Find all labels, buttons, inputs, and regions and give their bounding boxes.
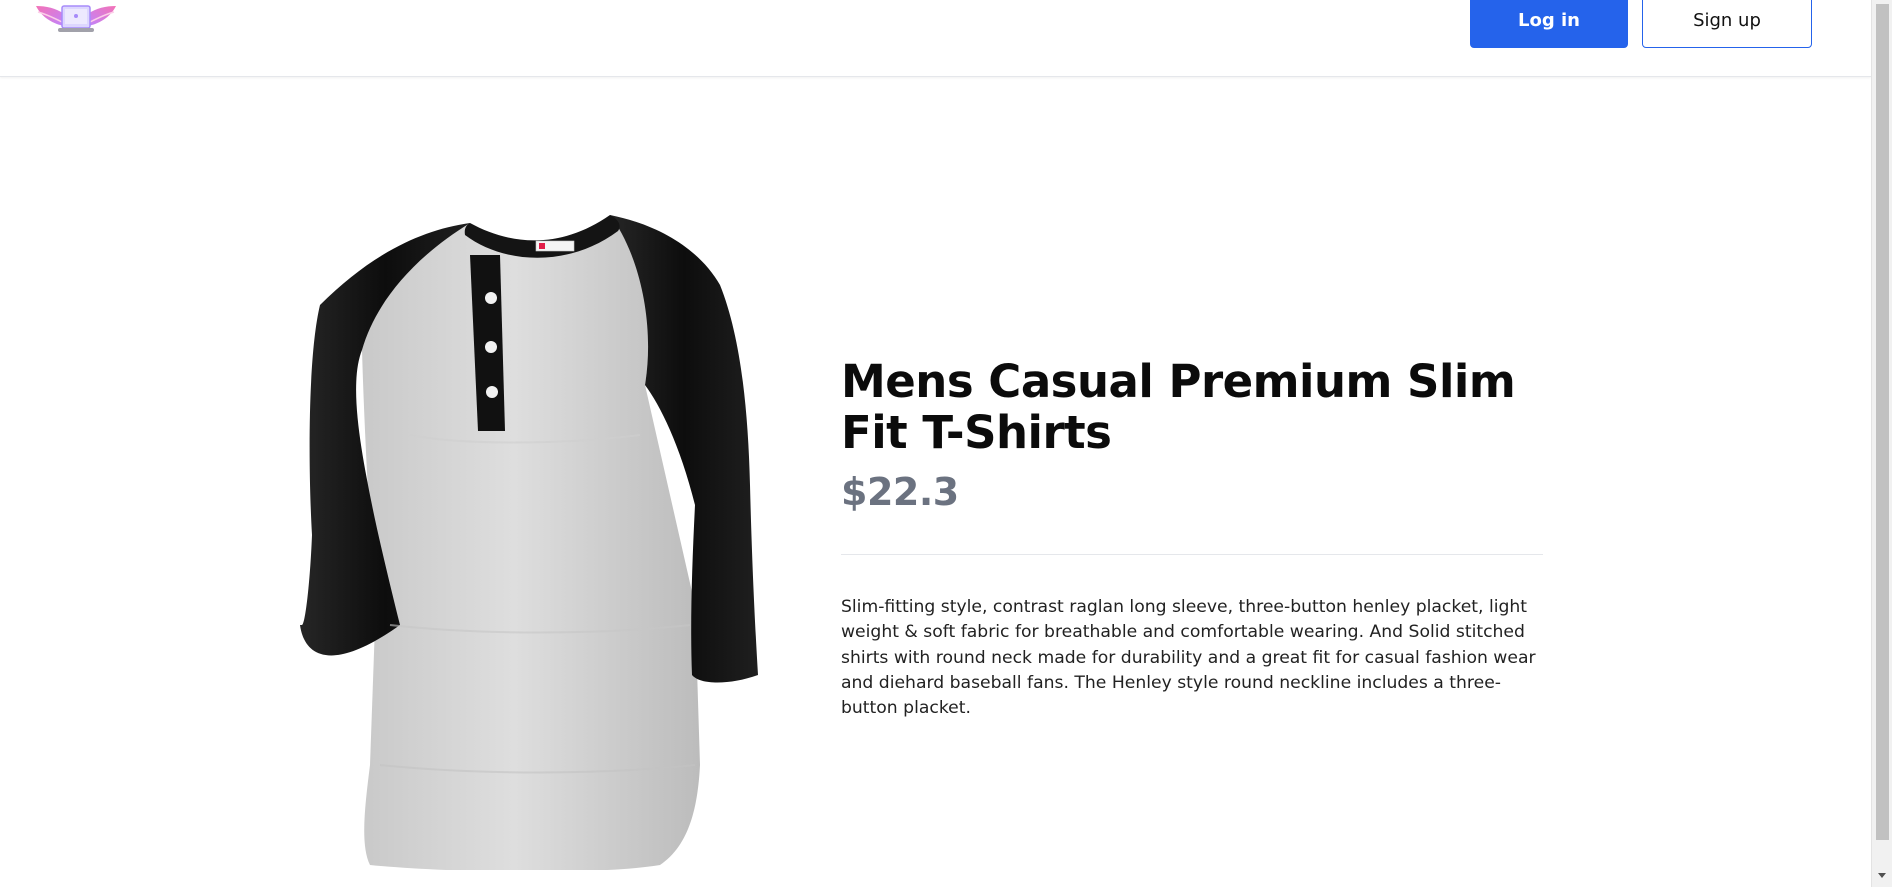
vertical-scrollbar[interactable] (1871, 0, 1892, 887)
product-title: Mens Casual Premium Slim Fit T-Shirts (841, 355, 1516, 459)
login-button[interactable]: Log in (1470, 0, 1628, 48)
scrollbar-thumb[interactable] (1876, 4, 1889, 840)
product-description: Slim-fitting style, contrast raglan long… (841, 597, 1536, 719)
page: Log in Sign up Mens Casual Premium Slim … (0, 0, 1871, 887)
winged-laptop-logo-icon (36, 5, 116, 32)
product-price: $22.3 (841, 470, 959, 514)
scroll-down-arrow-icon[interactable] (1878, 873, 1886, 878)
site-logo-link[interactable] (34, 0, 118, 40)
divider (841, 554, 1543, 555)
henley-raglan-shirt-image-icon (300, 215, 758, 872)
signup-button[interactable]: Sign up (1642, 0, 1812, 48)
top-navbar: Log in Sign up (0, 0, 1871, 77)
product-image (300, 205, 806, 872)
